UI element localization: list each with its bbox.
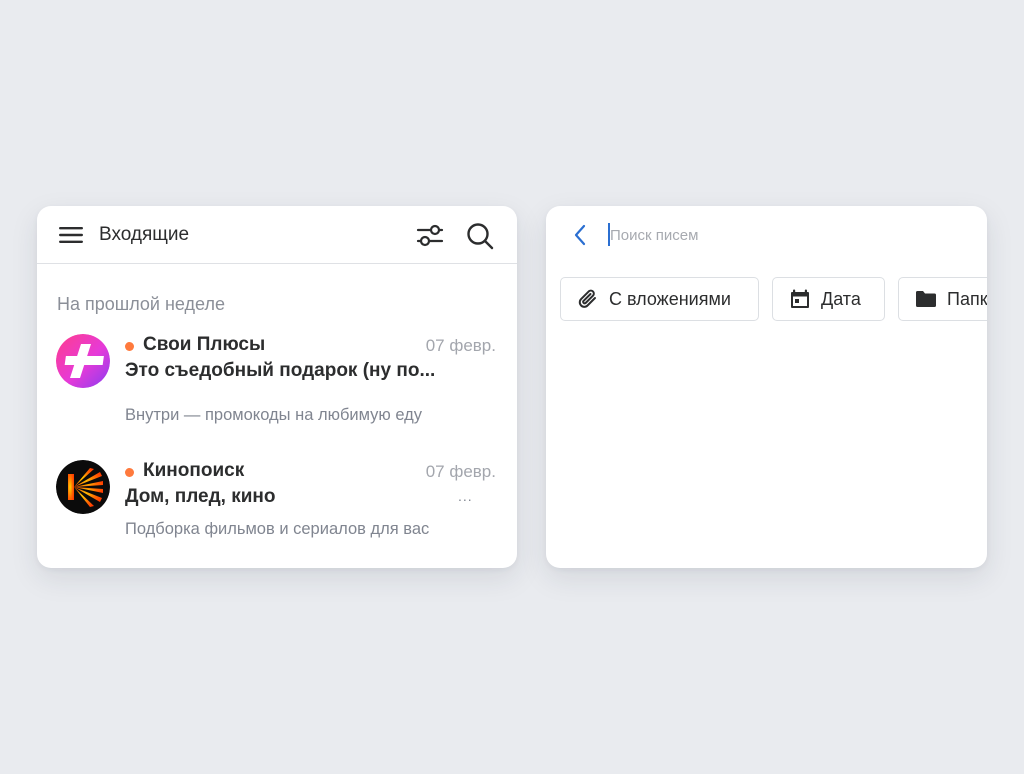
- paperclip-icon: [577, 288, 599, 310]
- message-date: 07 февр.: [425, 336, 496, 355]
- search-icon[interactable]: [465, 221, 495, 251]
- search-panel: С вложениями Дата Папки: [546, 206, 987, 568]
- message-item[interactable]: Кинопоиск 07 февр. Дом, плед, кино Подбо…: [37, 456, 517, 568]
- filter-chip-date[interactable]: Дата: [772, 277, 885, 321]
- folder-title: Входящие: [99, 224, 190, 245]
- svoi-plyusy-logo-icon: [56, 334, 110, 388]
- section-header-last-week: На прошлой неделе: [57, 294, 225, 314]
- filter-settings-icon[interactable]: [415, 222, 445, 248]
- search-input[interactable]: [610, 222, 950, 248]
- message-snippet: Подборка фильмов и сериалов для вас: [125, 520, 430, 538]
- filter-chip-label: С вложениями: [609, 288, 731, 309]
- filter-chip-folders[interactable]: Папки: [898, 277, 987, 321]
- filter-chip-attachments[interactable]: С вложениями: [560, 277, 759, 321]
- message-item[interactable]: Свои Плюсы 07 февр. Это съедобный подаро…: [37, 330, 517, 450]
- more-indicator: ...: [458, 488, 473, 504]
- filter-chip-label: Папки: [947, 288, 987, 309]
- back-arrow-icon[interactable]: [568, 223, 592, 247]
- message-snippet: Внутри — промокоды на любимую еду: [125, 406, 423, 424]
- message-subject: Это съедобный подарок (ну по...: [125, 360, 436, 381]
- calendar-icon: [789, 288, 811, 310]
- hamburger-menu-icon[interactable]: [57, 224, 85, 246]
- message-date: 07 февр.: [425, 462, 496, 481]
- inbox-header: Входящие: [37, 206, 517, 264]
- message-sender: Свои Плюсы: [143, 334, 266, 355]
- unread-indicator: [125, 342, 134, 351]
- folder-icon: [915, 288, 937, 310]
- unread-indicator: [125, 468, 134, 477]
- inbox-panel: Входящие На прошлой неделе Свои Плюсы 07…: [37, 206, 517, 568]
- filter-chip-label: Дата: [821, 288, 861, 309]
- kinopoisk-logo-icon: [56, 460, 110, 514]
- message-subject: Дом, плед, кино: [125, 486, 276, 507]
- message-sender: Кинопоиск: [143, 460, 245, 481]
